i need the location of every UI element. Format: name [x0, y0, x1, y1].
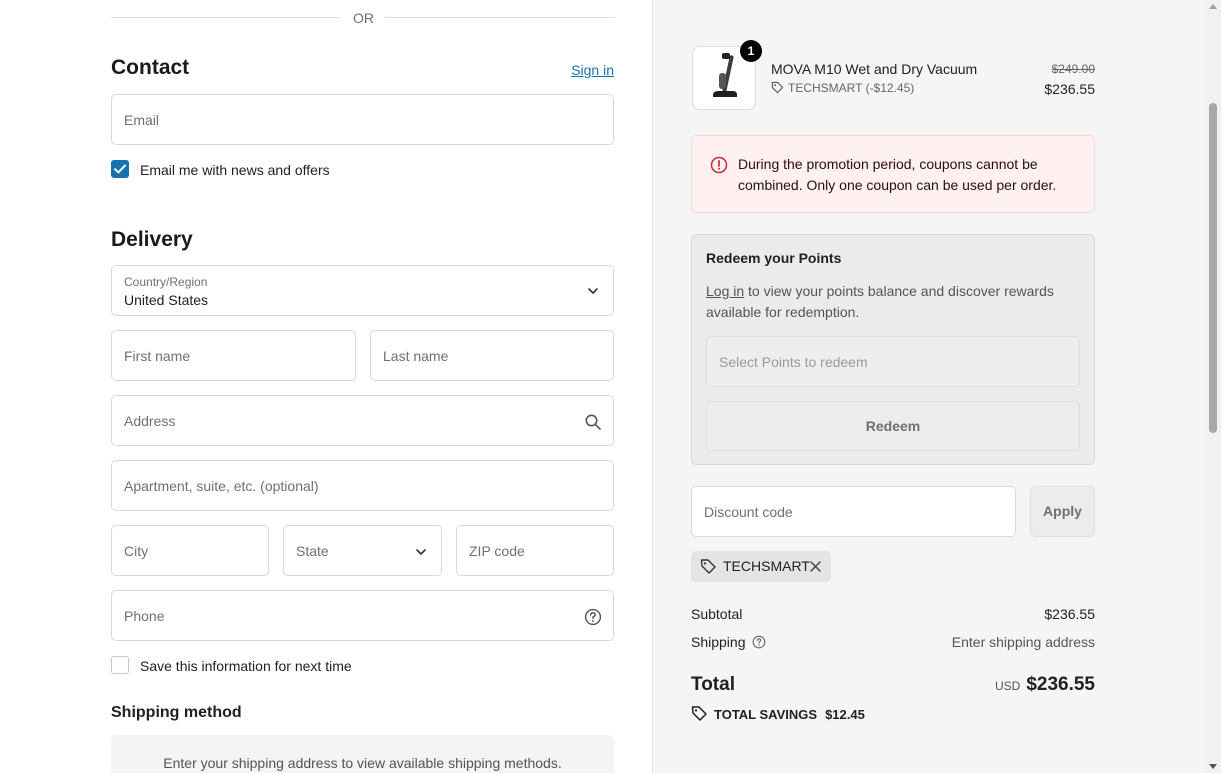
delivery-title: Delivery [111, 228, 193, 251]
divider-line [111, 17, 340, 18]
scrollbar[interactable] [1205, 0, 1221, 773]
product-discount-text: TECHSMART (-$12.45) [788, 81, 915, 95]
shipping-value: Enter shipping address [951, 634, 1095, 650]
scroll-up-arrow[interactable] [1209, 4, 1217, 9]
total-amount: USD $236.55 [995, 674, 1095, 696]
redeem-button[interactable]: Redeem [706, 401, 1080, 451]
checkmark-icon [114, 164, 126, 174]
scrollbar-thumb[interactable] [1209, 103, 1217, 433]
state-placeholder: State [296, 543, 329, 559]
country-select[interactable]: Country/Region United States [111, 265, 614, 316]
alert-message: During the promotion period, coupons can… [738, 156, 1057, 193]
city-placeholder: City [124, 543, 149, 559]
divider-line [385, 17, 614, 18]
product-name: MOVA M10 Wet and Dry Vacuum [771, 61, 978, 77]
close-icon[interactable] [808, 559, 823, 574]
apartment-field[interactable]: Apartment, suite, etc. (optional) [111, 460, 614, 511]
email-field[interactable]: Email [111, 94, 614, 145]
tag-icon [771, 81, 784, 94]
save-info-label: Save this information for next time [140, 658, 352, 674]
applied-discount-chip: TECHSMART [691, 551, 831, 582]
product-discount: TECHSMART (-$12.45) [771, 81, 914, 95]
total-value: $236.55 [1026, 674, 1095, 695]
savings-label: TOTAL SAVINGS [714, 707, 818, 722]
coupon-alert: During the promotion period, coupons can… [691, 135, 1095, 213]
search-icon[interactable] [584, 413, 602, 431]
discount-code-field[interactable]: Discount code [691, 486, 1016, 537]
or-divider: OR [111, 8, 614, 28]
subtotal-label: Subtotal [691, 606, 743, 622]
zip-field[interactable]: ZIP code [456, 525, 614, 576]
points-title: Redeem your Points [706, 250, 842, 266]
points-description-text: to view your points balance and discover… [706, 283, 1054, 320]
quantity-badge: 1 [740, 40, 762, 62]
email-placeholder: Email [124, 112, 160, 128]
shipping-method-title: Shipping method [111, 704, 242, 721]
shipping-label: Shipping [691, 634, 746, 650]
save-info-checkbox[interactable] [111, 656, 129, 674]
last-name-field[interactable]: Last name [370, 330, 614, 381]
original-price: $249.00 [1051, 62, 1095, 76]
shipping-row: Shipping [691, 634, 766, 650]
redeem-points-box: Redeem your Points Log in to view your p… [691, 234, 1095, 465]
applied-discount-code: TECHSMART [723, 558, 810, 574]
points-description: Log in to view your points balance and d… [706, 281, 1081, 323]
discount-placeholder: Discount code [704, 504, 793, 520]
contact-title: Contact [111, 56, 190, 79]
help-icon[interactable] [752, 635, 766, 649]
points-select[interactable]: Select Points to redeem [706, 336, 1080, 387]
tag-icon [700, 559, 716, 574]
zip-placeholder: ZIP code [469, 543, 525, 559]
savings-value: $12.45 [825, 707, 865, 722]
news-label: Email me with news and offers [140, 162, 330, 178]
currency-code: USD [994, 679, 1021, 693]
first-name-field[interactable]: First name [111, 330, 356, 381]
state-select[interactable]: State [283, 525, 442, 576]
chevron-down-icon [416, 549, 426, 555]
help-icon[interactable] [584, 608, 602, 626]
shipping-method-message: Enter your shipping address to view avai… [163, 755, 562, 771]
or-text: OR [353, 10, 374, 26]
last-name-placeholder: Last name [383, 348, 449, 364]
first-name-placeholder: First name [124, 348, 191, 364]
news-checkbox[interactable] [111, 160, 129, 178]
city-field[interactable]: City [111, 525, 269, 576]
scroll-down-arrow[interactable] [1209, 764, 1217, 769]
subtotal-value: $236.55 [1044, 606, 1095, 622]
country-value: United States [124, 292, 209, 308]
sign-in-link[interactable]: Sign in [571, 62, 614, 78]
points-select-placeholder: Select Points to redeem [719, 354, 868, 370]
apartment-placeholder: Apartment, suite, etc. (optional) [124, 478, 319, 494]
address-field[interactable]: Address [111, 395, 614, 446]
chevron-down-icon [588, 288, 598, 294]
total-savings: TOTAL SAVINGS $12.45 [691, 705, 865, 722]
product-price: $236.55 [1044, 81, 1095, 97]
phone-field[interactable]: Phone [111, 590, 614, 641]
tag-icon [691, 706, 707, 721]
country-label: Country/Region [124, 275, 208, 289]
checkout-form-panel: OR Contact Sign in Email Email me with n… [0, 0, 652, 773]
login-link[interactable]: Log in [706, 283, 744, 299]
shipping-method-box: Enter your shipping address to view avai… [111, 735, 614, 773]
phone-placeholder: Phone [124, 608, 165, 624]
address-placeholder: Address [124, 413, 176, 429]
warning-icon [710, 156, 728, 174]
apply-button[interactable]: Apply [1030, 486, 1095, 537]
total-label: Total [691, 674, 735, 695]
